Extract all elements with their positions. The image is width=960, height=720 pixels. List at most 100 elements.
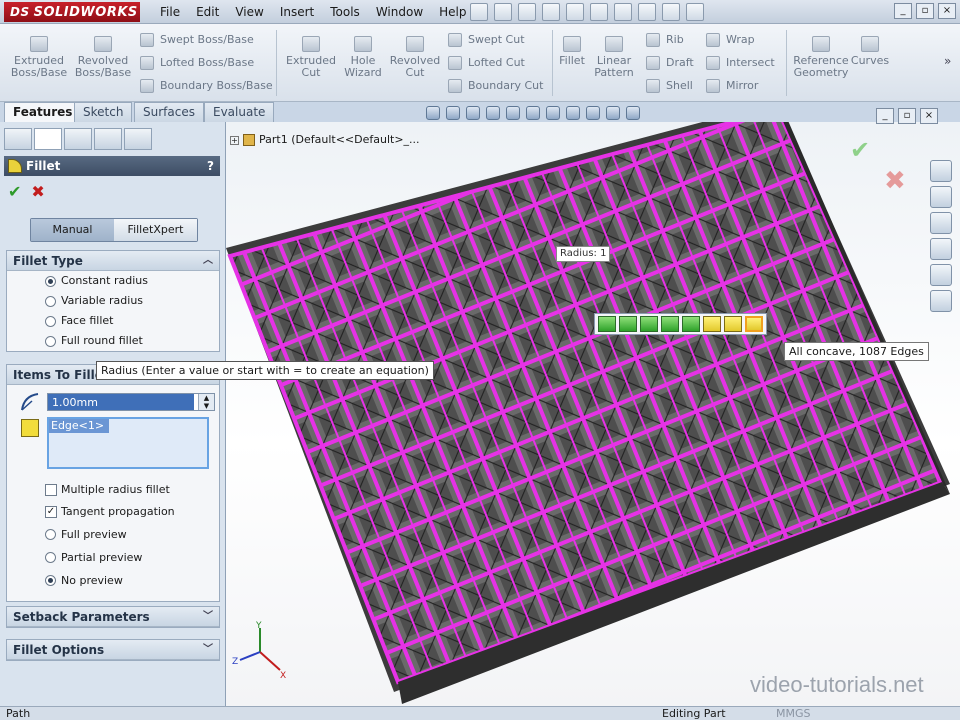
extruded-boss-button[interactable]: Extruded Boss/Base [8,36,70,79]
variable-radius-option[interactable]: Variable radius [7,291,219,311]
expand-chevron-icon[interactable]: ﹀ [203,640,213,660]
tab-sketch[interactable]: Sketch [74,102,133,122]
zoom-to-area-icon[interactable] [446,106,460,120]
viewport-minimize-icon[interactable]: _ [876,108,894,124]
expand-plus-icon[interactable]: + [230,135,239,145]
wrap-button[interactable]: Wrap [704,30,755,50]
select-concave-icon[interactable] [640,316,658,332]
face-fillet-option[interactable]: Face fillet [7,311,219,331]
section-view-icon[interactable] [486,106,500,120]
checkbox-checked-icon[interactable]: ✓ [45,506,57,518]
rebuild-icon[interactable] [614,3,632,21]
select-tangency-icon[interactable] [598,316,616,332]
partial-preview-option[interactable]: Partial preview [7,546,219,569]
feature-tree-flyout[interactable]: + Part1 (Default<<Default>_... [230,133,420,146]
custom-properties-icon[interactable] [930,290,952,312]
new-document-icon[interactable] [470,3,488,21]
pan-icon[interactable] [506,106,520,120]
file-explorer-icon[interactable] [930,212,952,234]
selected-edge-item[interactable]: Edge<1> [49,419,109,433]
radio-icon[interactable] [45,296,56,307]
draft-button[interactable]: Draft [644,53,694,73]
display-style-icon[interactable] [546,106,560,120]
menu-help[interactable]: Help [431,0,474,24]
constant-radius-option[interactable]: Constant radius [7,271,219,291]
menu-view[interactable]: View [227,0,271,24]
radius-input[interactable] [48,394,194,410]
menu-insert[interactable]: Insert [272,0,322,24]
radio-icon[interactable] [45,316,56,327]
select-all-convex-icon[interactable] [703,316,721,332]
undo-icon[interactable] [566,3,584,21]
fillet-options-header[interactable]: Fillet Options ﹀ [7,640,219,660]
radio-selected-icon[interactable] [45,575,56,586]
rib-button[interactable]: Rib [644,30,684,50]
radio-icon[interactable] [45,552,56,563]
mirror-button[interactable]: Mirror [704,76,758,96]
model-view[interactable] [226,122,960,706]
viewport-close-icon[interactable]: × [920,108,938,124]
shell-button[interactable]: Shell [644,76,693,96]
intersect-button[interactable]: Intersect [704,53,775,73]
radio-selected-icon[interactable] [45,276,56,287]
select-all-edges-icon[interactable] [724,316,742,332]
fillet-type-header[interactable]: Fillet Type ︿ [7,251,219,271]
edges-selection-list[interactable]: Edge<1> [47,417,209,469]
tab-evaluate[interactable]: Evaluate [204,102,275,122]
tab-features[interactable]: Features [4,102,82,122]
grid-top-face[interactable] [230,122,942,682]
manual-tab-button[interactable]: Manual [31,219,114,241]
solidworks-resources-icon[interactable] [930,160,952,182]
dimxpert-icon[interactable] [94,128,122,150]
swept-cut-button[interactable]: Swept Cut [446,30,525,50]
reference-geometry-button[interactable]: Reference Geometry [790,36,852,79]
close-icon[interactable]: × [938,3,956,19]
appearances-icon[interactable] [930,264,952,286]
menu-file[interactable]: File [152,0,188,24]
viewport-restore-icon[interactable]: ▫ [898,108,916,124]
solidworks-logo[interactable]: DS SOLIDWORKS [4,2,140,22]
view-palette-icon[interactable] [930,238,952,260]
menu-window[interactable]: Window [368,0,431,24]
restore-icon[interactable]: ▫ [916,3,934,19]
collapse-chevron-icon[interactable]: ︿ [203,251,213,271]
view-settings-icon[interactable] [626,106,640,120]
tab-surfaces[interactable]: Surfaces [134,102,204,122]
property-manager-icon[interactable] [34,128,62,150]
revolved-boss-button[interactable]: Revolved Boss/Base [72,36,134,79]
confirmation-cancel-icon[interactable]: ✖ [884,166,906,196]
menu-tools[interactable]: Tools [322,0,368,24]
menu-edit[interactable]: Edit [188,0,227,24]
revolved-cut-button[interactable]: Revolved Cut [384,36,446,79]
no-preview-option[interactable]: No preview [7,569,219,592]
filletxpert-tab-button[interactable]: FilletXpert [114,219,197,241]
previous-view-icon[interactable] [466,106,480,120]
curves-button[interactable]: Curves [846,36,894,67]
select-loop-icon[interactable] [661,316,679,332]
select-convex-icon[interactable] [619,316,637,332]
design-library-icon[interactable] [930,186,952,208]
more-commands-icon[interactable]: » [944,54,951,68]
zoom-to-fit-icon[interactable] [426,106,440,120]
save-icon[interactable] [518,3,536,21]
radius-spinner[interactable]: ▲ ▼ [198,394,214,410]
ok-check-icon[interactable]: ✔ [8,182,21,201]
radio-icon[interactable] [45,529,56,540]
select-icon[interactable] [590,3,608,21]
setback-parameters-header[interactable]: Setback Parameters ﹀ [7,607,219,627]
options-icon[interactable] [662,3,680,21]
minimize-icon[interactable]: _ [894,3,912,19]
multiple-radius-option[interactable]: Multiple radius fillet [7,479,219,501]
file-properties-icon[interactable] [638,3,656,21]
unit-system[interactable]: MMGS [776,707,811,720]
help-icon[interactable]: ? [207,156,214,176]
boundary-boss-button[interactable]: Boundary Boss/Base [138,76,273,96]
help-icon[interactable] [686,3,704,21]
lofted-cut-button[interactable]: Lofted Cut [446,53,525,73]
print-icon[interactable] [542,3,560,21]
boundary-cut-button[interactable]: Boundary Cut [446,76,543,96]
full-preview-option[interactable]: Full preview [7,523,219,546]
hide-show-items-icon[interactable] [566,106,580,120]
tangent-propagation-option[interactable]: ✓ Tangent propagation [7,501,219,523]
open-icon[interactable] [494,3,512,21]
